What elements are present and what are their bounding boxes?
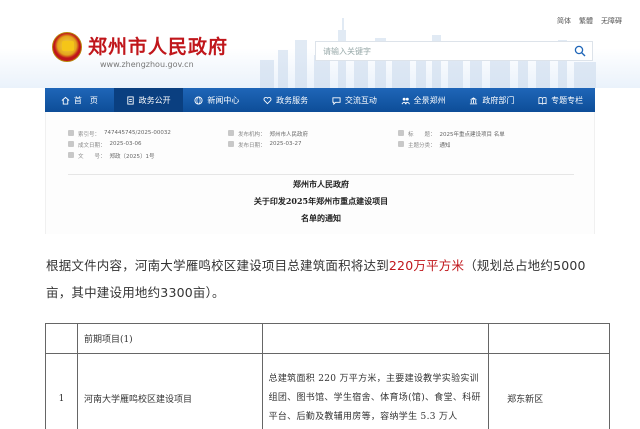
nav-item-topics[interactable]: 专题专栏 [526,88,595,112]
building-icon [470,96,478,104]
summary-paragraph: 根据文件内容，河南大学雁鸣校区建设项目总建筑面积将达到220万平方米（规划总占地… [46,252,606,306]
table-cell [45,323,78,354]
chat-icon [332,96,341,105]
nav-label: 专题专栏 [551,95,584,105]
divider [68,174,574,175]
nav-item-home[interactable]: 首 页 [45,88,114,112]
nav-label: 交流互动 [344,95,377,105]
heart-icon [263,96,272,104]
doc-title-line-2: 关于印发2025年郑州市重点建设项目 [253,196,389,206]
nav-item-panorama[interactable]: 全景郑州 [389,88,458,112]
table-section-header: 前期项目(1) [76,323,263,354]
category-icon [398,141,404,147]
top-link-traditional[interactable]: 繁體 [579,16,593,26]
meta-index-no: 索引号： 747445745/2025-00032 [68,130,171,138]
nav-label: 首 页 [73,95,98,105]
site-header: 简体 繁體 无障碍 郑州市人民政府 www.zhengzhou.gov.cn 请… [0,0,640,88]
globe-icon [194,95,203,105]
summary-text-before: 根据文件内容，河南大学雁鸣校区建设项目总建筑面积将达到 [46,258,389,273]
national-emblem-logo [52,32,82,62]
top-link-accessibility[interactable]: 无障碍 [601,16,622,26]
people-icon [401,97,410,104]
search-icon[interactable] [574,45,586,57]
home-icon [61,96,70,105]
main-nav: 首 页 政务公开 新闻中心 政务服务 交流互动 全景郑州 政府部门 专题专栏 [45,88,595,112]
org-icon [228,130,234,136]
meta-category: 主题分类： 通知 [398,141,451,149]
meta-published: 发布日期： 2025-03-27 [228,141,301,149]
summary-highlight: 220万平方米 [388,258,465,273]
file-icon [68,152,74,158]
nav-item-departments[interactable]: 政府部门 [458,88,527,112]
nav-label: 政府部门 [482,95,515,105]
meta-publisher: 发布机构： 郑州市人民政府 [228,130,308,138]
meta-doc-no: 文 号： 郑政〔2025〕1号 [68,152,155,160]
top-link-simplified[interactable]: 简体 [557,16,571,26]
calendar-icon [228,141,234,147]
tag-icon [68,130,74,136]
site-title[interactable]: 郑州市人民政府 [88,32,228,59]
project-district: 郑东新区 [488,353,610,429]
title-icon [398,130,404,136]
project-table: 前期项目(1) 1 河南大学雁鸣校区建设项目 总建筑面积 220 万平方米，主要… [45,323,610,429]
nav-item-gov-affairs[interactable]: 政务公开 [113,88,183,112]
project-name: 河南大学雁鸣校区建设项目 [76,353,263,429]
nav-label: 全景郑州 [413,95,446,105]
table-section-row: 前期项目(1) [45,323,610,354]
project-content: 总建筑面积 220 万平方米，主要建设教学实验实训组团、图书馆、学生宿舍、体育场… [261,353,490,429]
document-card: 索引号： 747445745/2025-00032 成文日期： 2025-03-… [45,112,595,234]
row-index: 1 [45,353,78,429]
meta-created: 成文日期： 2025-03-06 [68,141,141,149]
top-links: 简体 繁體 无障碍 [557,16,622,26]
search-input[interactable]: 请输入关键字 [323,46,371,57]
meta-title: 标 题： 2025年重点建设项目 名单 [398,130,505,138]
table-cell [488,323,610,354]
document-icon [126,95,134,105]
nav-label: 新闻中心 [207,95,240,105]
book-icon [538,96,547,105]
doc-title-line-1: 郑州市人民政府 [293,179,349,189]
nav-item-news[interactable]: 新闻中心 [183,88,252,112]
nav-item-services[interactable]: 政务服务 [251,88,320,112]
nav-label: 政务服务 [276,95,309,105]
calendar-icon [68,141,74,147]
nav-label: 政务公开 [138,95,171,105]
table-row: 1 河南大学雁鸣校区建设项目 总建筑面积 220 万平方米，主要建设教学实验实训… [45,353,610,429]
nav-item-interaction[interactable]: 交流互动 [320,88,389,112]
doc-title-line-3: 名单的通知 [301,213,341,223]
search-box[interactable]: 请输入关键字 [315,41,593,61]
site-url: www.zhengzhou.gov.cn [100,60,194,69]
table-cell [261,323,490,354]
